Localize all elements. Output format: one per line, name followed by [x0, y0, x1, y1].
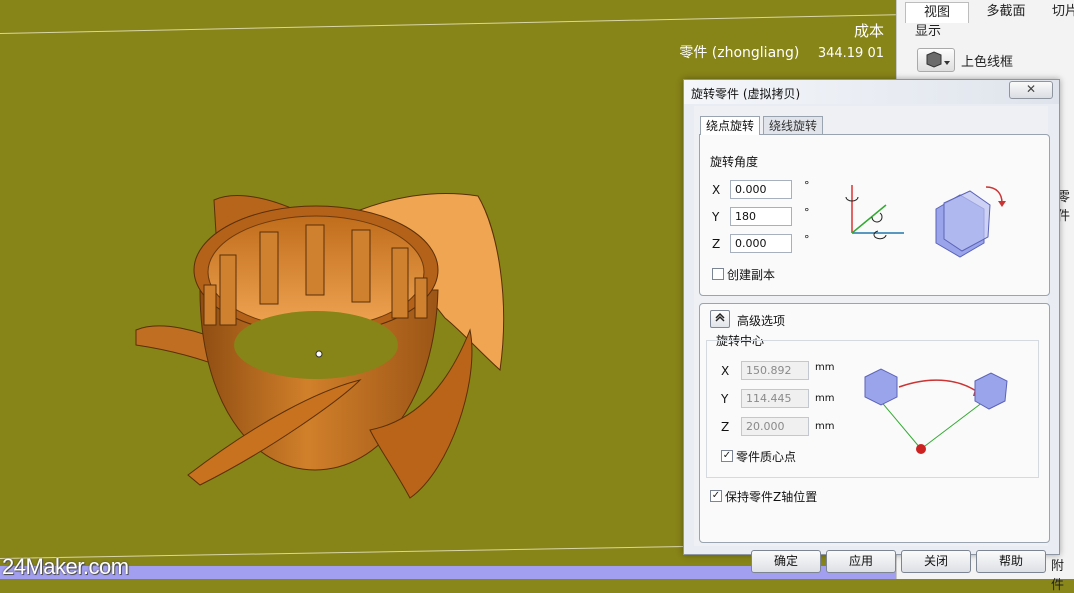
- tab-rotate-point[interactable]: 绕点旋转: [700, 116, 761, 135]
- advanced-toggle-button[interactable]: [710, 310, 730, 328]
- angle-z-input[interactable]: [730, 234, 792, 253]
- center-y-label: Y: [721, 392, 729, 406]
- x-axis-label: X: [712, 183, 721, 197]
- centroid-checkbox[interactable]: ✓: [721, 450, 733, 462]
- tab-slice[interactable]: 切片: [1045, 2, 1074, 22]
- mm-unit: mm: [815, 393, 835, 404]
- y-axis-label: Y: [712, 210, 720, 224]
- rotate-part-dialog: 旋转零件 (虚拟拷贝) ✕ 绕点旋转 绕线旋转 旋转角度 X ° Y ° Z °…: [683, 79, 1060, 573]
- axis-rotate-icon: [845, 185, 904, 240]
- part-name-label: 零件 (zhongliang): [679, 45, 800, 61]
- tab-multi-section[interactable]: 多截面: [971, 2, 1041, 22]
- apply-button[interactable]: 应用: [826, 550, 896, 573]
- create-copy-label: 创建副本: [727, 268, 776, 282]
- z-axis-label: Z: [712, 237, 721, 251]
- keep-z-label: 保持零件Z轴位置: [725, 490, 818, 504]
- part-value: 344.19 01: [817, 46, 884, 61]
- angle-y-input[interactable]: [730, 207, 792, 226]
- centroid-label: 零件质心点: [736, 450, 797, 464]
- help-button[interactable]: 帮助: [976, 550, 1046, 573]
- bottom-tab-attach[interactable]: 附件: [1051, 555, 1074, 593]
- display-label: 显示: [915, 24, 942, 39]
- degree-unit: °: [804, 179, 810, 192]
- cube-rotate-icon: [935, 186, 1006, 258]
- check-mark: ✓: [722, 450, 732, 461]
- mm-unit: mm: [815, 362, 835, 373]
- mm-unit: mm: [815, 421, 835, 432]
- check-mark: ✓: [711, 490, 721, 501]
- dialog-titlebar[interactable]: 旋转零件 (虚拟拷贝) ✕: [684, 80, 1059, 104]
- degree-unit: °: [804, 233, 810, 246]
- center-z-input[interactable]: [741, 417, 809, 436]
- rotate-center-group: X mm Y mm Z mm ✓ 零件质心点: [706, 340, 1039, 478]
- watermark: 24Maker.com: [2, 554, 129, 579]
- rotate-point-pane: 旋转角度 X ° Y ° Z ° 创建副本: [699, 134, 1050, 296]
- angle-section-label: 旋转角度: [710, 155, 759, 169]
- degree-unit: °: [804, 206, 810, 219]
- tab-rotate-line[interactable]: 绕线旋转: [763, 116, 824, 135]
- shade-mode-label: 上色线框: [961, 55, 1014, 70]
- ok-button[interactable]: 确定: [751, 550, 821, 573]
- cost-label: 成本: [853, 22, 884, 40]
- dialog-body: 绕点旋转 绕线旋转 旋转角度 X ° Y ° Z ° 创建副本: [694, 106, 1050, 573]
- center-rotate-icon: [864, 368, 1008, 454]
- close-icon: ✕: [1025, 82, 1037, 96]
- advanced-options-pane: 高级选项 旋转中心 X mm Y mm Z mm ✓ 零件质心点: [699, 303, 1050, 543]
- angle-x-input[interactable]: [730, 180, 792, 199]
- shade-mode-icon: [926, 51, 950, 68]
- close-button[interactable]: ✕: [1009, 81, 1053, 99]
- close-dialog-button[interactable]: 关闭: [901, 550, 971, 573]
- center-x-input[interactable]: [741, 361, 809, 380]
- keep-z-checkbox[interactable]: ✓: [710, 490, 722, 502]
- shade-mode-button[interactable]: [917, 48, 955, 72]
- center-x-label: X: [721, 364, 730, 378]
- advanced-options-label: 高级选项: [737, 314, 786, 328]
- create-copy-checkbox[interactable]: [712, 268, 724, 280]
- center-z-label: Z: [721, 420, 730, 434]
- center-y-input[interactable]: [741, 389, 809, 408]
- dialog-title: 旋转零件 (虚拟拷贝): [691, 87, 801, 101]
- part-info: 零件 (zhongliang) 344.19 01: [679, 42, 884, 62]
- collapse-icon: [715, 312, 725, 322]
